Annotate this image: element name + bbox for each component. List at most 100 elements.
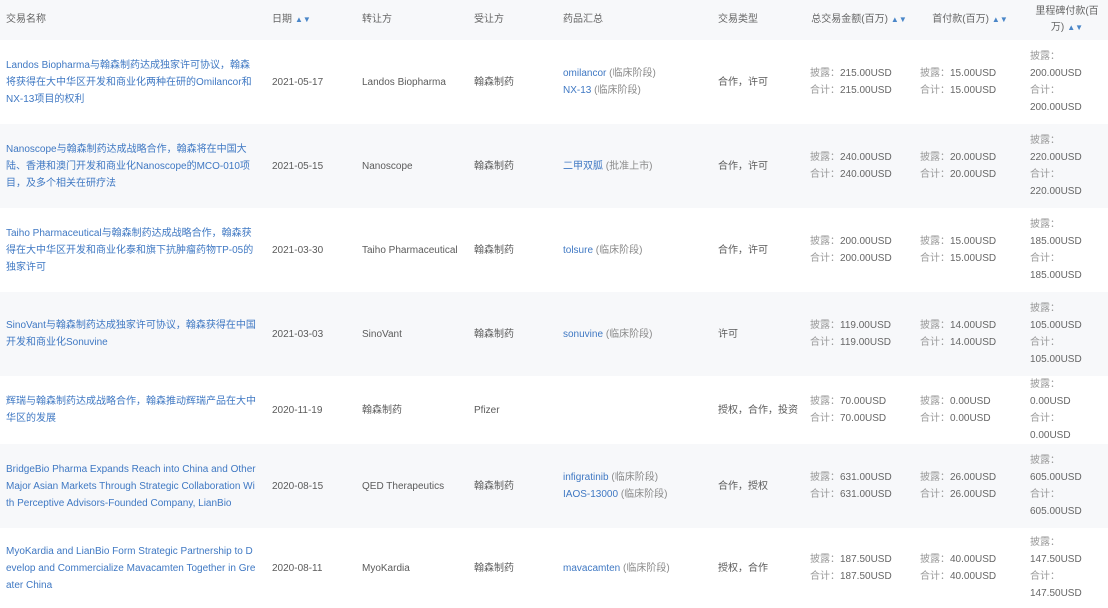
milestone-cell: 披露：147.50USD 合计：147.50USD <box>1026 528 1108 608</box>
licensee: 翰森制药 <box>474 328 514 340</box>
header-licensor: 转让方 <box>362 14 392 25</box>
sort-icon[interactable]: ▲▼ <box>992 15 1008 24</box>
upfront-sum: 合计：15.00USD <box>920 253 997 264</box>
milestone-cell: 披露：220.00USD 合计：220.00USD <box>1026 124 1108 208</box>
deal-title-link[interactable]: Landos Biopharma与翰森制药达成独家许可协议，翰森将获得在大中华区… <box>6 57 266 108</box>
upfront-sum: 合计：26.00USD <box>920 489 997 500</box>
total-cell: 披露：187.50USD 合计：187.50USD <box>804 528 914 608</box>
deal-type: 合作，许可 <box>718 160 768 172</box>
upfront-sum: 合计：20.00USD <box>920 169 997 180</box>
total-cell: 披露：215.00USD 合计：215.00USD <box>804 40 914 124</box>
licensee: 翰森制药 <box>474 244 514 256</box>
product-entry: tolsure (临床阶段) <box>563 242 712 259</box>
product-link[interactable]: omilancor <box>563 68 606 79</box>
header-product: 药品汇总 <box>563 14 603 25</box>
table-row: BridgeBio Pharma Expands Reach into Chin… <box>0 444 1108 528</box>
product-entry: IAOS-13000 (临床阶段) <box>563 486 712 503</box>
upfront-cell: 披露：26.00USD 合计：26.00USD <box>914 444 1026 528</box>
sort-icon[interactable]: ▲▼ <box>1067 23 1083 32</box>
table-row: Landos Biopharma与翰森制药达成独家许可协议，翰森将获得在大中华区… <box>0 40 1108 124</box>
deal-title-link[interactable]: SinoVant与翰森制药达成独家许可协议，翰森获得在中国开发和商业化Sonuv… <box>6 317 266 351</box>
header-upfront[interactable]: 首付款(百万) ▲▼ <box>914 0 1026 40</box>
milestone-disclosed: 披露：185.00USD <box>1030 219 1082 247</box>
upfront-sum: 合计：15.00USD <box>920 85 997 96</box>
sort-icon[interactable]: ▲▼ <box>891 15 907 24</box>
product-link[interactable]: sonuvine <box>563 329 603 340</box>
deal-date: 2021-05-15 <box>272 160 324 172</box>
product-link[interactable]: NX-13 <box>563 85 591 96</box>
product-link[interactable]: tolsure <box>563 245 593 256</box>
product-phase: (批准上市) <box>605 160 653 172</box>
product-phase: (临床阶段) <box>611 472 659 483</box>
deal-date: 2021-03-03 <box>272 328 324 340</box>
product-link[interactable]: infigratinib <box>563 472 609 483</box>
product-phase: (临床阶段) <box>595 244 643 256</box>
total-cell: 披露：631.00USD 合计：631.00USD <box>804 444 914 528</box>
milestone-cell: 披露：105.00USD 合计：105.00USD <box>1026 292 1108 376</box>
milestone-disclosed: 披露：200.00USD <box>1030 51 1082 79</box>
upfront-disclosed: 披露：14.00USD <box>920 320 997 331</box>
sort-icon[interactable]: ▲▼ <box>295 15 311 24</box>
deal-title-link[interactable]: MyoKardia and LianBio Form Strategic Par… <box>6 543 266 594</box>
upfront-sum: 合计：14.00USD <box>920 337 997 348</box>
product-phase: (临床阶段) <box>620 489 668 500</box>
milestone-sum: 合计：147.50USD <box>1030 571 1082 599</box>
header-title: 交易名称 <box>6 14 46 25</box>
licensee: 翰森制药 <box>474 480 514 492</box>
product-cell: 二甲双胍 (批准上市) <box>557 124 712 208</box>
total-sum: 合计：215.00USD <box>810 85 892 96</box>
milestone-cell: 披露：0.00USD 合计：0.00USD <box>1026 376 1108 444</box>
total-sum: 合计：631.00USD <box>810 489 892 500</box>
product-cell: tolsure (临床阶段) <box>557 208 712 292</box>
upfront-disclosed: 披露：40.00USD <box>920 554 997 565</box>
deal-title-link[interactable]: Taiho Pharmaceutical与翰森制药达成战略合作，翰森获得在大中华… <box>6 225 266 276</box>
upfront-sum: 合计：40.00USD <box>920 571 997 582</box>
product-link[interactable]: IAOS-13000 <box>563 489 618 500</box>
upfront-cell: 披露：0.00USD 合计：0.00USD <box>914 376 1026 444</box>
milestone-cell: 披露：200.00USD 合计：200.00USD <box>1026 40 1108 124</box>
licensee: Pfizer <box>474 404 500 416</box>
total-sum: 合计：70.00USD <box>810 413 887 424</box>
product-phase: (临床阶段) <box>594 85 641 96</box>
product-cell: infigratinib (临床阶段) IAOS-13000 (临床阶段) <box>557 444 712 528</box>
deal-title-link[interactable]: 辉瑞与翰森制药达成战略合作，翰森推动辉瑞产品在大中华区的发展 <box>6 393 266 427</box>
product-cell: mavacamten (临床阶段) <box>557 528 712 608</box>
licensor: Nanoscope <box>362 160 413 172</box>
total-disclosed: 披露：631.00USD <box>810 472 892 483</box>
total-cell: 披露：70.00USD 合计：70.00USD <box>804 376 914 444</box>
deal-title-cell: BridgeBio Pharma Expands Reach into Chin… <box>0 444 266 528</box>
upfront-cell: 披露：15.00USD 合计：15.00USD <box>914 40 1026 124</box>
upfront-disclosed: 披露：26.00USD <box>920 472 997 483</box>
product-link[interactable]: mavacamten <box>563 563 620 574</box>
licensee: 翰森制药 <box>474 160 514 172</box>
upfront-cell: 披露：20.00USD 合计：20.00USD <box>914 124 1026 208</box>
product-entry: NX-13 (临床阶段) <box>563 82 712 99</box>
deal-title-link[interactable]: BridgeBio Pharma Expands Reach into Chin… <box>6 461 266 512</box>
product-phase: (临床阶段) <box>609 68 656 79</box>
deal-title-link[interactable]: Nanoscope与翰森制药达成战略合作，翰森将在中国大陆、香港和澳门开发和商业… <box>6 141 266 192</box>
milestone-cell: 披露：605.00USD 合计：605.00USD <box>1026 444 1108 528</box>
licensee: 翰森制药 <box>474 76 514 88</box>
product-link[interactable]: 二甲双胍 <box>563 161 603 172</box>
product-entry: infigratinib (临床阶段) <box>563 469 712 486</box>
total-disclosed: 披露：119.00USD <box>810 320 891 331</box>
upfront-disclosed: 披露：0.00USD <box>920 396 991 407</box>
upfront-cell: 披露：15.00USD 合计：15.00USD <box>914 208 1026 292</box>
header-total[interactable]: 总交易金额(百万) ▲▼ <box>804 0 914 40</box>
upfront-cell: 披露：14.00USD 合计：14.00USD <box>914 292 1026 376</box>
milestone-sum: 合计：220.00USD <box>1030 169 1082 197</box>
milestone-disclosed: 披露：220.00USD <box>1030 135 1082 163</box>
header-date[interactable]: 日期 ▲▼ <box>266 0 356 40</box>
licensor: MyoKardia <box>362 562 410 574</box>
product-entry: mavacamten (临床阶段) <box>563 560 712 577</box>
header-milestone[interactable]: 里程碑付款(百万) ▲▼ <box>1026 0 1108 40</box>
milestone-sum: 合计：200.00USD <box>1030 85 1082 113</box>
deal-date: 2020-08-11 <box>272 562 323 574</box>
deal-type: 许可 <box>718 328 738 340</box>
licensor: Landos Biopharma <box>362 76 446 88</box>
milestone-sum: 合计：105.00USD <box>1030 337 1082 365</box>
milestone-cell: 披露：185.00USD 合计：185.00USD <box>1026 208 1108 292</box>
milestone-sum: 合计：605.00USD <box>1030 489 1082 517</box>
deal-date: 2020-08-15 <box>272 480 324 492</box>
total-sum: 合计：187.50USD <box>810 571 892 582</box>
